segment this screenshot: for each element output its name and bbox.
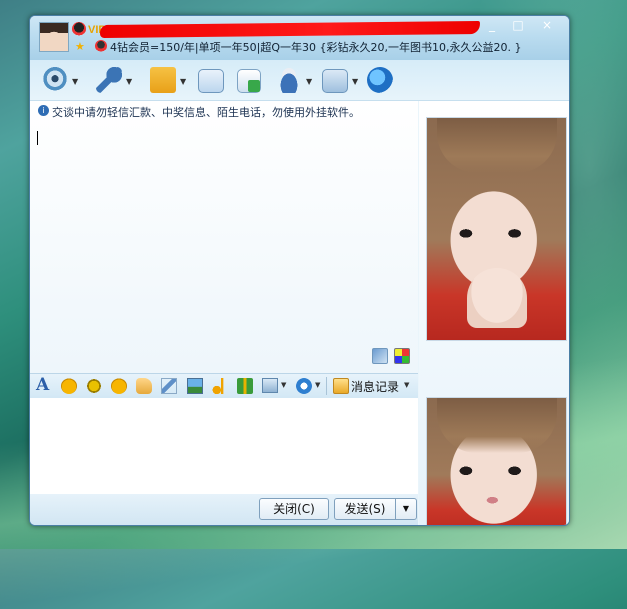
gift-icon[interactable] (237, 378, 253, 394)
chat-window: VIP ★ 4钻会员=150/年|单项一年50|超Q一年30 {彩钻永久20,一… (29, 15, 570, 526)
send-options-button[interactable]: ▼ (395, 498, 417, 520)
add-card-icon (237, 69, 261, 93)
emoji-icon[interactable] (61, 378, 77, 394)
format-toolbar: A ▼ ▼ 消息记录 ▼ (30, 373, 418, 399)
security-notice: 交谈中请勿轻信汇款、中奖信息、陌生电话，勿使用外挂软件。 (52, 106, 360, 119)
hat-icon (276, 67, 302, 93)
sogou-icon[interactable] (296, 378, 312, 394)
screenshot-icon[interactable] (262, 378, 278, 393)
contact-show-panel (419, 101, 569, 525)
chevron-down-icon[interactable]: ▼ (352, 77, 358, 86)
chevron-down-icon[interactable]: ▼ (180, 77, 186, 86)
info-icon: i (38, 105, 49, 116)
toolbar-divider (326, 377, 327, 395)
text-cursor (37, 131, 38, 145)
folder-icon (150, 67, 176, 93)
app-icon (322, 69, 348, 93)
scribble-icon[interactable] (161, 378, 177, 394)
font-icon[interactable]: A (36, 376, 52, 394)
music-icon[interactable] (212, 378, 228, 394)
photo-hair (437, 398, 557, 453)
avatar[interactable] (39, 22, 69, 52)
avatar-image (40, 23, 68, 51)
magic-emoji-icon[interactable] (86, 378, 102, 394)
mail-icon (198, 69, 224, 93)
close-button[interactable]: 关闭(C) (259, 498, 329, 520)
plus-icon (248, 80, 260, 92)
maximize-button[interactable]: □ (505, 16, 531, 34)
photo-hair (437, 118, 557, 173)
close-window-button[interactable]: × (531, 16, 563, 34)
message-history[interactable]: i 交谈中请勿轻信汇款、中奖信息、陌生电话，勿使用外挂软件。 (30, 101, 418, 373)
message-history-button[interactable]: 消息记录 (351, 378, 399, 395)
chevron-down-icon[interactable]: ▼ (315, 381, 320, 389)
qq-penguin-icon (72, 22, 86, 36)
minimize-button[interactable]: _ (479, 16, 505, 34)
shake-icon[interactable] (111, 378, 127, 394)
chevron-down-icon[interactable]: ▼ (72, 77, 78, 86)
send-button[interactable]: 发送(S) (334, 498, 396, 520)
browser-icon (367, 67, 393, 93)
window-controls: _ □ × (479, 16, 563, 34)
title-bar[interactable]: VIP ★ 4钻会员=150/年|单项一年50|超Q一年30 {彩钻永久20,一… (30, 16, 569, 60)
contact-name-redaction (99, 21, 481, 38)
star-icon: ★ (75, 40, 85, 53)
chevron-down-icon[interactable]: ▼ (404, 381, 409, 389)
chevron-down-icon[interactable]: ▼ (306, 77, 312, 86)
microphone-icon (96, 67, 122, 93)
self-photo (426, 397, 567, 525)
chevron-down-icon[interactable]: ▼ (126, 77, 132, 86)
expand-icon[interactable] (372, 348, 388, 364)
message-input[interactable] (30, 398, 418, 494)
signature-penguin-icon (95, 40, 107, 52)
camera-icon (42, 67, 68, 93)
toolbar: ▼ ▼ ▼ ▼ ▼ (30, 60, 569, 101)
chevron-down-icon[interactable]: ▼ (281, 381, 286, 389)
contact-signature: 4钻会员=150/年|单项一年50|超Q一年30 {彩钻永久20,一年图书10,… (110, 41, 522, 54)
contact-photo (426, 117, 567, 341)
photo-hand (467, 268, 527, 328)
color-palette-icon[interactable] (394, 348, 410, 364)
image-icon[interactable] (187, 378, 203, 394)
history-icon[interactable] (333, 378, 349, 394)
poke-icon[interactable] (136, 378, 152, 394)
action-bar: 关闭(C) 发送(S) ▼ (30, 494, 418, 525)
